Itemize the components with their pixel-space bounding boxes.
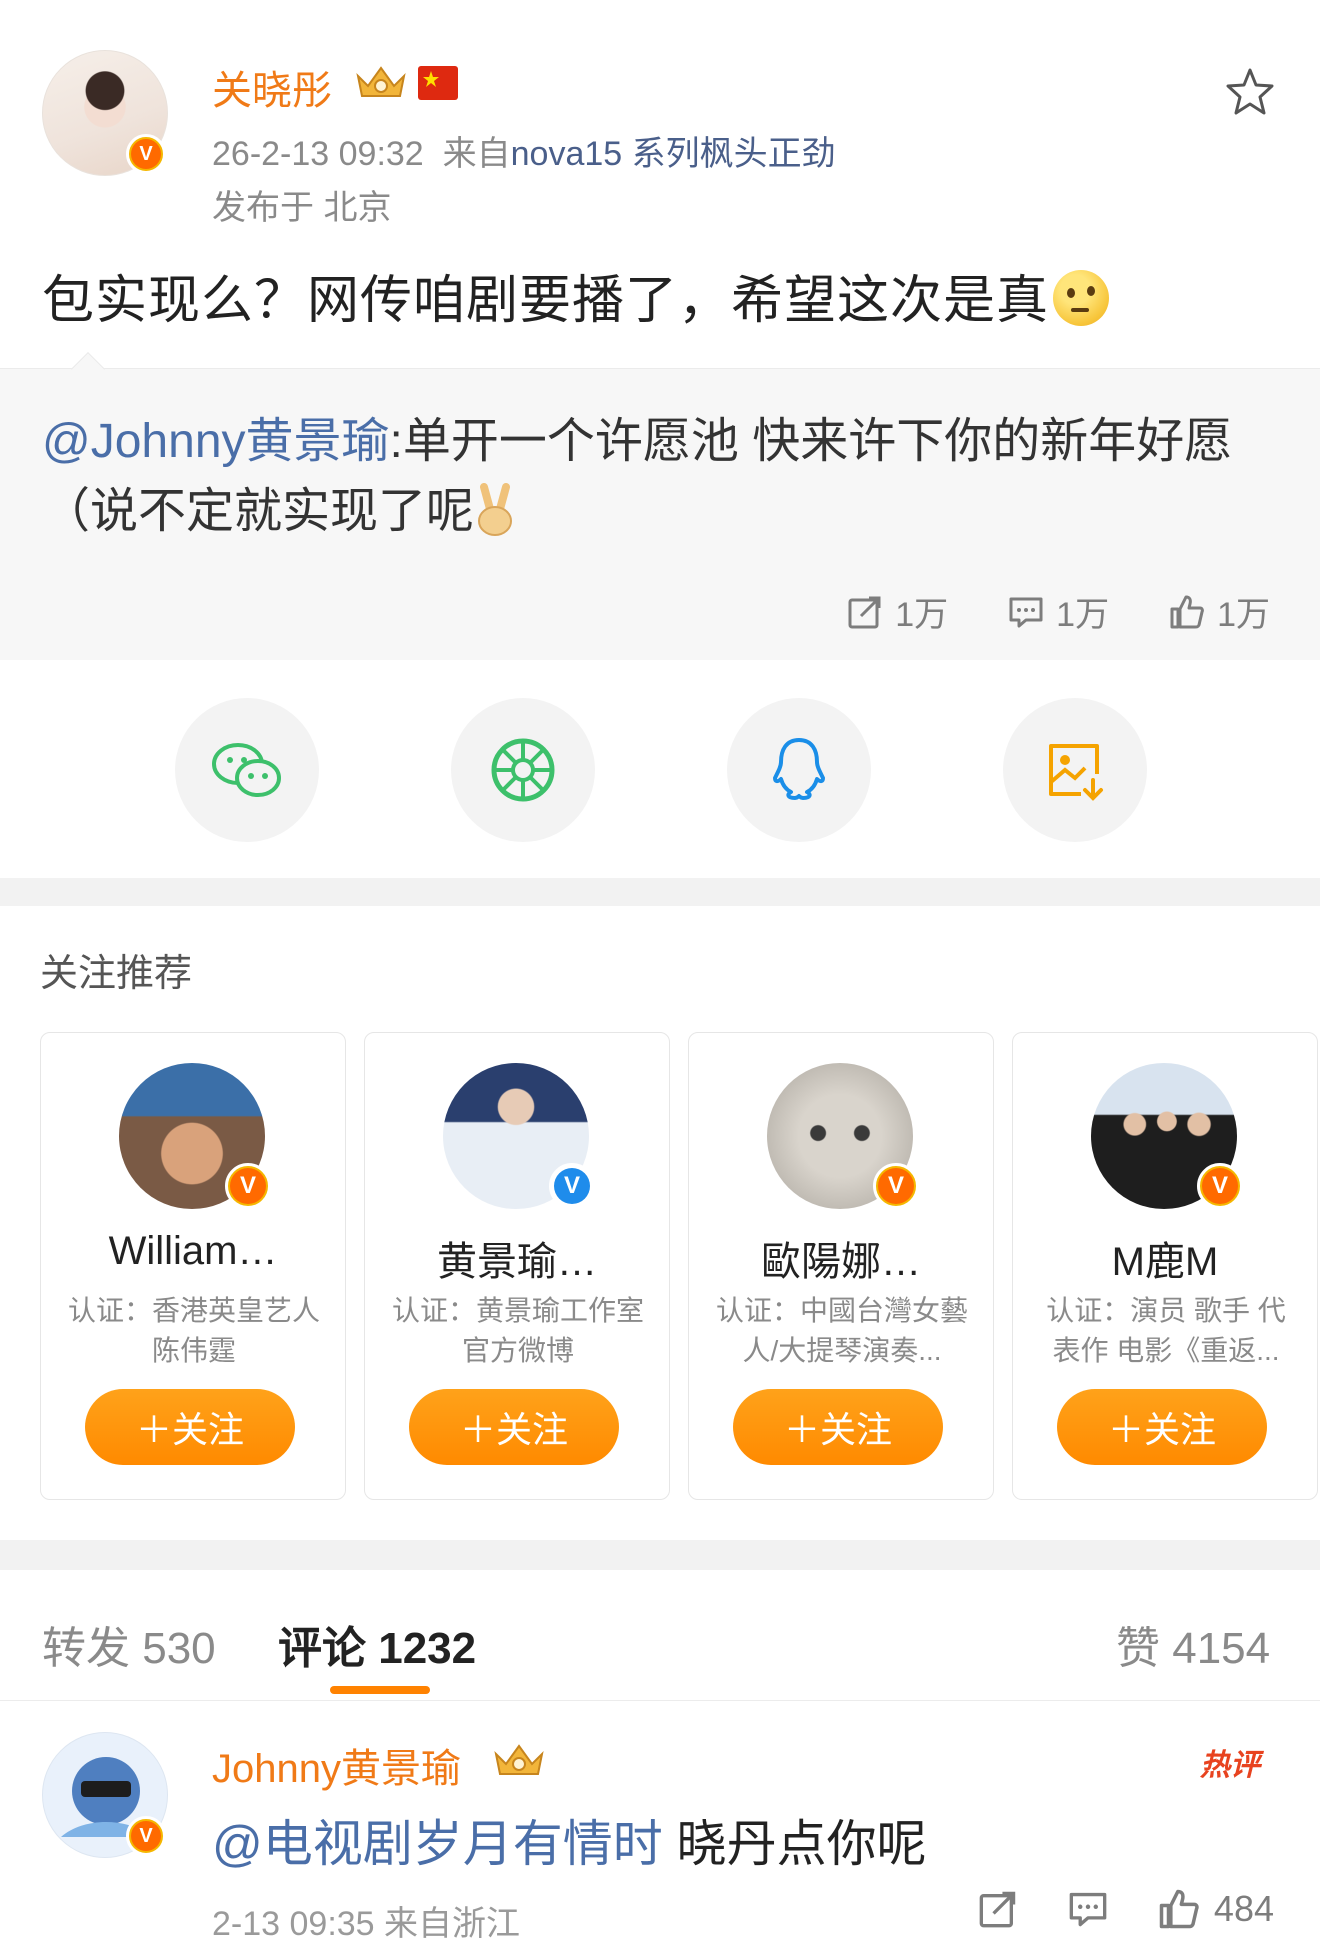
like-icon	[1170, 595, 1204, 628]
follow-button[interactable]: ＋关注	[409, 1389, 619, 1465]
author-name[interactable]: 关晓彤	[212, 58, 332, 116]
rec-desc: 认证：演员 歌手 代表作 电影《重返...	[1046, 1295, 1286, 1366]
moments-icon	[491, 738, 555, 802]
rec-desc: 认证：中國台灣女藝人/大提琴演奏...	[715, 1295, 968, 1366]
recommend-card[interactable]: V 黄景瑜… 认证：黄景瑜工作室官方微博 ＋关注	[364, 1032, 670, 1500]
comment-author[interactable]: Johnny黄景瑜	[212, 1736, 461, 1794]
comment-like-count: 484	[1213, 1888, 1274, 1929]
comment-actions: 484	[978, 1888, 1274, 1930]
post-source[interactable]: nova15 系列枫头正劲	[511, 135, 836, 173]
share-row	[0, 660, 1320, 878]
follow-button[interactable]: ＋关注	[733, 1389, 943, 1465]
comment-icon	[1009, 597, 1043, 627]
star-icon[interactable]	[1224, 66, 1276, 118]
repost-like-stat[interactable]: 1万	[1169, 587, 1270, 636]
author-avatar[interactable]: V	[42, 50, 168, 176]
tab-divider	[0, 1700, 1320, 1701]
flag-icon	[418, 66, 458, 100]
like-icon	[1159, 1889, 1199, 1929]
rec-desc: 认证：黄景瑜工作室官方微博	[391, 1295, 644, 1366]
repost-comment-stat[interactable]: 1万	[1008, 587, 1109, 636]
qq-icon	[773, 738, 825, 800]
comment-icon[interactable]	[1068, 1889, 1108, 1929]
comment-avatar[interactable]: V	[42, 1732, 168, 1858]
verified-badge-icon: V	[1197, 1163, 1243, 1209]
follow-button[interactable]: ＋关注	[1057, 1389, 1267, 1465]
follow-button[interactable]: ＋关注	[85, 1389, 295, 1465]
post-text: 包实现么？网传咱剧要播了，希望这次是真	[42, 258, 1110, 333]
tab-repost[interactable]: 转发 530	[42, 1612, 216, 1676]
wechat-icon	[212, 743, 281, 797]
repost-like-count: 1万	[1217, 596, 1270, 634]
repost-share-stat[interactable]: 1万	[847, 587, 948, 636]
post-location: 发布于 北京	[212, 189, 392, 227]
post-text-body: 包实现么？网传咱剧要播了，希望这次是真	[42, 272, 1050, 330]
repost-stats: 1万 1万 1万	[847, 587, 1270, 636]
verified-badge-icon: V	[126, 134, 166, 174]
repost-box[interactable]: @Johnny黄景瑜:单开一个许愿池 快来许下你的新年好愿（说不定就实现了呢 1…	[0, 352, 1320, 660]
share-moments-button[interactable]	[451, 698, 595, 842]
repost-text: @Johnny黄景瑜:单开一个许愿池 快来许下你的新年好愿（说不定就实现了呢	[42, 407, 1282, 547]
rec-name[interactable]: William…	[41, 1229, 345, 1274]
share-icon[interactable]	[978, 1889, 1018, 1929]
verified-badge-icon: V	[873, 1163, 919, 1209]
save-image-button[interactable]	[1003, 698, 1147, 842]
repost-comment-count: 1万	[1056, 596, 1110, 634]
recommend-card[interactable]: V M鹿M 认证：演员 歌手 代表作 电影《重返... ＋关注	[1012, 1032, 1318, 1500]
repost-share-count: 1万	[895, 596, 949, 634]
post-card: V 关晓彤 26-2-13 09:32 来自nova15 系列枫头正劲 发布于 …	[0, 0, 1320, 368]
verified-badge-icon: V	[225, 1163, 271, 1209]
repost-mention[interactable]: @Johnny黄景瑜	[42, 415, 390, 468]
recommend-card[interactable]: V 歐陽娜… 认证：中國台灣女藝人/大提琴演奏... ＋关注	[688, 1032, 994, 1500]
section-divider	[0, 878, 1320, 906]
recommend-title: 关注推荐	[40, 953, 193, 995]
crown-icon	[356, 66, 406, 97]
comment-meta: 2-13 09:35 来自浙江	[212, 1905, 521, 1943]
comment-mention[interactable]: @电视剧岁月有情时	[212, 1816, 663, 1872]
recommend-card[interactable]: V William… 认证：香港英皇艺人陈伟霆 ＋关注	[40, 1032, 346, 1500]
victory-hand-icon	[478, 483, 513, 536]
rec-name[interactable]: 歐陽娜…	[689, 1229, 993, 1287]
rec-desc: 认证：香港英皇艺人陈伟霆	[67, 1295, 320, 1366]
tab-comment[interactable]: 评论 1232	[278, 1612, 476, 1676]
thinking-emoji-icon	[1053, 270, 1110, 326]
share-qq-button[interactable]	[727, 698, 871, 842]
save-image-icon	[1049, 744, 1103, 801]
rec-name[interactable]: M鹿M	[1013, 1229, 1317, 1287]
rec-name[interactable]: 黄景瑜…	[365, 1229, 669, 1287]
crown-icon	[494, 1744, 544, 1775]
share-wechat-button[interactable]	[175, 698, 319, 842]
tab-like[interactable]: 赞 4154	[1116, 1612, 1270, 1676]
verified-badge-icon: V	[549, 1163, 595, 1209]
post-time: 26-2-13 09:32	[212, 135, 424, 173]
section-divider	[0, 1540, 1320, 1570]
active-tab-indicator	[330, 1686, 430, 1694]
verified-badge-icon: V	[126, 1816, 166, 1856]
post-meta: 26-2-13 09:32 来自nova15 系列枫头正劲	[212, 126, 836, 175]
comment-like[interactable]: 484	[1158, 1888, 1274, 1930]
hot-comment-badge: 热评	[1200, 1749, 1260, 1782]
source-prefix: 来自	[442, 135, 511, 173]
share-icon	[848, 596, 881, 628]
comment-body: 晓丹点你呢	[662, 1816, 927, 1872]
comment-text: @电视剧岁月有情时 晓丹点你呢	[212, 1804, 927, 1876]
